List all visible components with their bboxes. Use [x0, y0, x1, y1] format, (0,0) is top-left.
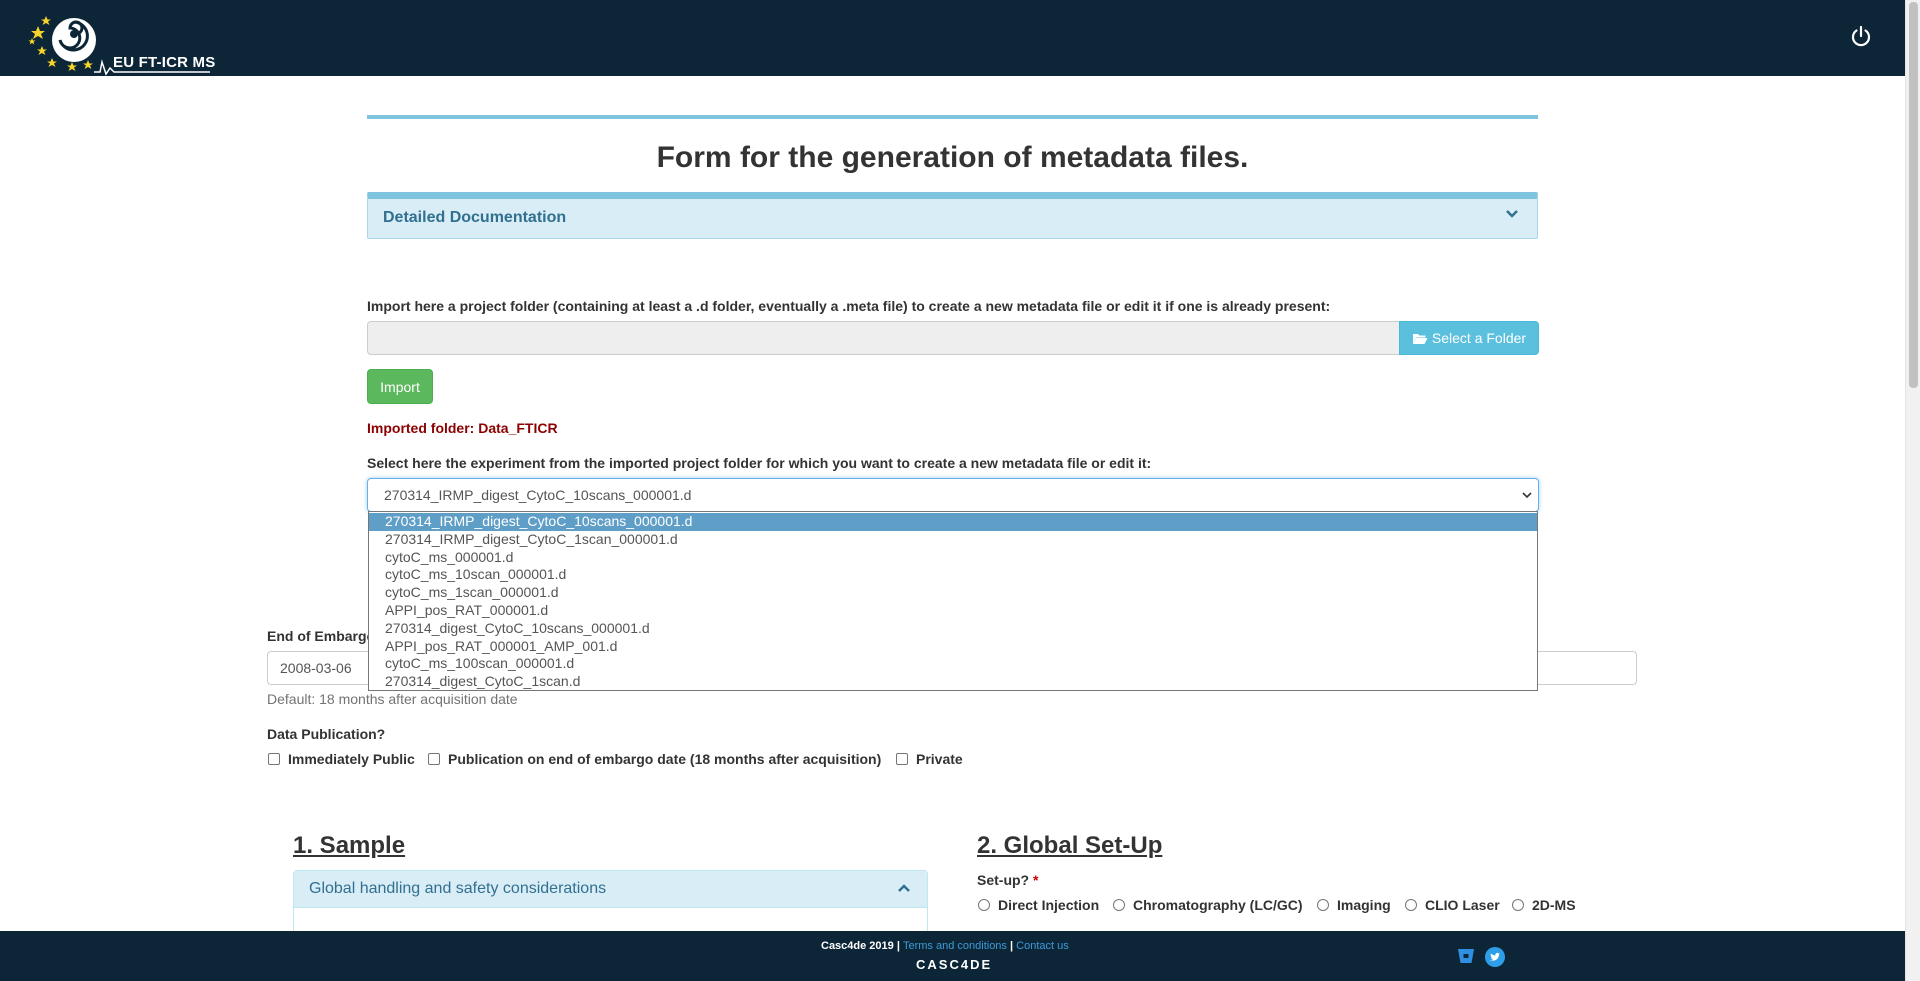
dropdown-option[interactable]: 270314_digest_CytoC_10scans_000001.d	[369, 620, 1537, 638]
radio-button[interactable]	[1405, 899, 1417, 911]
select-folder-label: Select a Folder	[1431, 330, 1527, 346]
import-folder-label: Import here a project folder (containing…	[367, 298, 1331, 314]
chevron-down-icon	[1522, 492, 1532, 499]
radio-label: Direct Injection	[998, 897, 1100, 913]
dropdown-option[interactable]: 270314_digest_CytoC_1scan.d	[369, 673, 1537, 691]
footer-links: Casc4de 2019 | Terms and conditions | Co…	[821, 940, 1069, 952]
experiment-dropdown-list: 270314_IRMP_digest_CytoC_10scans_000001.…	[368, 511, 1538, 691]
twitter-icon[interactable]	[1485, 947, 1505, 967]
section-title-sample: 1. Sample	[293, 832, 406, 859]
radio-label: Imaging	[1337, 897, 1391, 913]
dropdown-option[interactable]: 270314_IRMP_digest_CytoC_1scan_000001.d	[369, 531, 1537, 549]
dropdown-option[interactable]: cytoC_ms_10scan_000001.d	[369, 566, 1537, 584]
dropdown-option[interactable]: APPI_pos_RAT_000001_AMP_001.d	[369, 638, 1537, 656]
experiment-select[interactable]: 270314_IRMP_digest_CytoC_10scans_000001.…	[367, 478, 1539, 512]
dropdown-option[interactable]: cytoC_ms_1scan_000001.d	[369, 584, 1537, 602]
casc4de-logo[interactable]: CASC4DE	[916, 957, 992, 972]
logout-power-button[interactable]	[1848, 23, 1874, 49]
terms-link[interactable]: Terms and conditions	[903, 940, 1007, 952]
dropdown-option[interactable]: 270314_IRMP_digest_CytoC_10scans_000001.…	[369, 513, 1537, 531]
logo-text: EU FT-ICR MS	[113, 54, 216, 71]
checkbox[interactable]	[896, 753, 908, 765]
dropdown-option[interactable]: APPI_pos_RAT_000001.d	[369, 602, 1537, 620]
radio-button[interactable]	[1512, 899, 1524, 911]
top-navbar: EU FT-ICR MS	[0, 0, 1905, 76]
data-publication-label: Data Publication?	[267, 726, 386, 742]
checkbox-label: Private	[916, 751, 963, 767]
checkbox[interactable]	[428, 753, 440, 765]
page-scrollbar[interactable]	[1905, 0, 1920, 981]
page-footer: Casc4de 2019 | Terms and conditions | Co…	[0, 931, 1905, 981]
dropdown-option[interactable]: cytoC_ms_000001.d	[369, 549, 1537, 567]
radio-2d-ms[interactable]: 2D-MS	[1512, 897, 1576, 913]
top-divider	[367, 115, 1538, 119]
radio-label: Chromatography (LC/GC)	[1133, 897, 1303, 913]
radio-button[interactable]	[1317, 899, 1329, 911]
contact-link[interactable]: Contact us	[1016, 940, 1069, 952]
setup-label-text: Set-up?	[977, 872, 1030, 888]
import-button[interactable]: Import	[367, 369, 433, 404]
radio-direct-injection[interactable]: Direct Injection	[978, 897, 1099, 913]
bitbucket-icon[interactable]	[1457, 947, 1475, 965]
checkbox-label: Immediately Public	[288, 751, 415, 767]
experiment-selected-value: 270314_IRMP_digest_CytoC_10scans_000001.…	[384, 487, 692, 503]
power-icon	[1851, 25, 1871, 47]
folder-path-input[interactable]	[367, 321, 1400, 355]
radio-label: 2D-MS	[1532, 897, 1576, 913]
checkbox[interactable]	[268, 753, 280, 765]
dropdown-option[interactable]: cytoC_ms_100scan_000001.d	[369, 655, 1537, 673]
checkbox-label: Publication on end of embargo date (18 m…	[448, 751, 882, 767]
scrollbar-thumb[interactable]	[1909, 2, 1918, 388]
setup-label: Set-up? *	[977, 872, 1038, 888]
embargo-help-text: Default: 18 months after acquisition dat…	[267, 691, 518, 707]
panel-title: Global handling and safety consideration…	[309, 880, 607, 897]
page-title: Form for the generation of metadata file…	[656, 141, 1249, 174]
radio-chromatography[interactable]: Chromatography (LC/GC)	[1113, 897, 1303, 913]
radio-button[interactable]	[1113, 899, 1125, 911]
radio-label: CLIO Laser	[1425, 897, 1500, 913]
chevron-down-icon[interactable]	[1505, 207, 1519, 221]
chevron-up-icon[interactable]	[897, 881, 911, 895]
folder-open-icon	[1412, 333, 1428, 344]
experiment-select-label: Select here the experiment from the impo…	[367, 455, 1152, 471]
footer-copyright: Casc4de 2019 |	[821, 940, 900, 952]
select-folder-button[interactable]: Select a Folder	[1399, 321, 1539, 355]
radio-button[interactable]	[978, 899, 990, 911]
required-mark: *	[1033, 872, 1039, 888]
radio-clio-laser[interactable]: CLIO Laser	[1405, 897, 1500, 913]
imported-folder-status: Imported folder: Data_FTICR	[367, 420, 558, 436]
checkbox-immediately-public[interactable]: Immediately Public	[268, 751, 415, 767]
footer-separator: |	[1010, 940, 1014, 952]
detailed-documentation-panel[interactable]: Detailed Documentation	[367, 192, 1538, 239]
doc-panel-title: Detailed Documentation	[383, 209, 567, 226]
global-handling-panel-header[interactable]: Global handling and safety consideration…	[294, 871, 927, 908]
checkbox-private[interactable]: Private	[896, 751, 963, 767]
section-title-global-setup: 2. Global Set-Up	[977, 832, 1163, 859]
radio-imaging[interactable]: Imaging	[1317, 897, 1391, 913]
main-container: Form for the generation of metadata file…	[367, 115, 1538, 239]
embargo-date-label: End of Embargo	[267, 628, 376, 644]
checkbox-publication-end-embargo[interactable]: Publication on end of embargo date (18 m…	[428, 751, 881, 767]
